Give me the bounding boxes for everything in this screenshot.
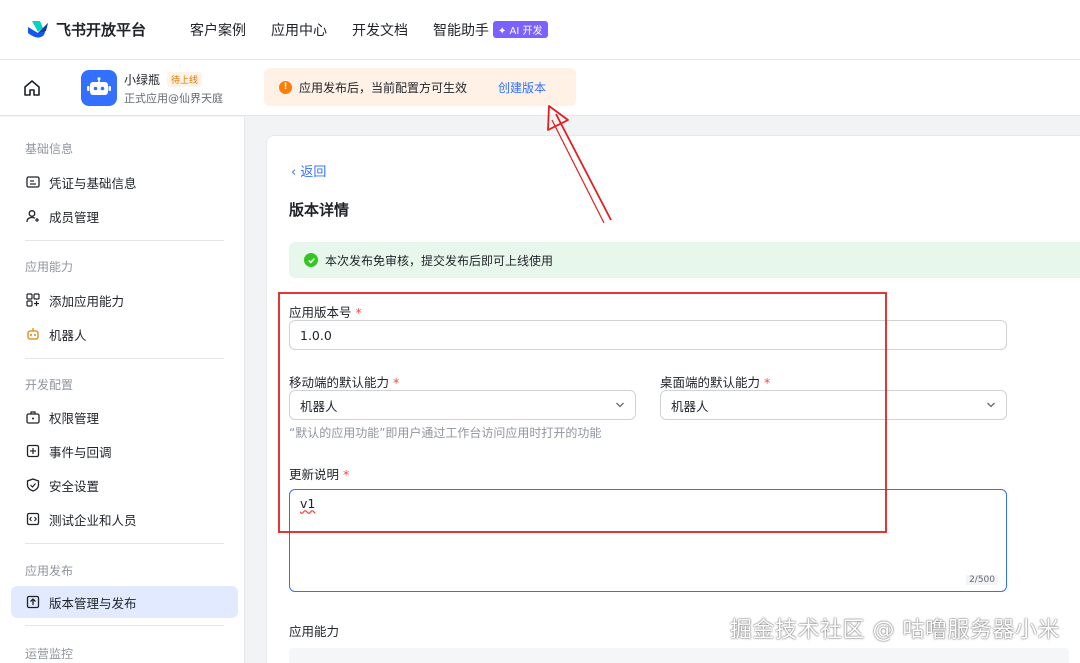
mobile-default-label-text: 移动端的默认能力 [289, 375, 390, 390]
required-mark: * [343, 467, 350, 482]
mobile-default-select[interactable]: 机器人 [289, 390, 636, 420]
nav-link-app-center[interactable]: 应用中心 [271, 20, 327, 40]
release-notes-label-text: 更新说明 [289, 467, 340, 482]
create-version-link[interactable]: 创建版本 [498, 79, 546, 96]
robot-icon [87, 77, 111, 95]
nav-link-assistant-label: 智能助手 [433, 22, 489, 39]
feishu-logo-icon [28, 20, 48, 38]
sidebar-item-permissions[interactable]: 权限管理 [11, 401, 238, 433]
shield-check-icon [25, 478, 40, 493]
back-label: 返回 [300, 165, 327, 180]
sidebar-divider [25, 543, 224, 544]
upload-box-icon [25, 595, 40, 610]
required-mark: * [393, 375, 400, 390]
nav-link-docs[interactable]: 开发文档 [352, 20, 408, 40]
user-plus-icon [25, 209, 40, 224]
sidebar-item-versions[interactable]: 版本管理与发布 [11, 586, 238, 618]
warning-icon: ! [279, 80, 292, 94]
page-title: 版本详情 [289, 201, 350, 219]
sidebar-item-security[interactable]: 安全设置 [11, 469, 238, 501]
brand[interactable]: 飞书开放平台 [26, 19, 190, 41]
sidebar: 基础信息 凭证与基础信息 成员管理 应用能力 添加应用能力 机器人 开发配置 权… [0, 117, 245, 663]
mobile-default-value: 机器人 [300, 398, 338, 414]
sidebar-item-members[interactable]: 成员管理 [11, 200, 238, 232]
sidebar-item-label: 测试企业和人员 [49, 512, 137, 528]
notice-text: 应用发布后，当前配置方可生效 [299, 80, 468, 95]
release-notes-textarea[interactable]: v1 2/500 [289, 489, 1007, 592]
sidebar-item-label: 机器人 [49, 327, 87, 343]
sidebar-divider [25, 358, 224, 359]
sidebar-item-bot[interactable]: 机器人 [11, 318, 238, 350]
brand-name: 飞书开放平台 [56, 21, 147, 39]
app-name: 小绿瓶 [124, 73, 161, 87]
sidebar-item-label: 成员管理 [49, 209, 100, 225]
default-capability-hint: “默认的应用功能”即用户通过工作台访问应用时打开的功能 [289, 426, 602, 440]
check-circle-icon [304, 253, 318, 267]
chevron-down-icon [616, 402, 624, 408]
event-plus-icon [25, 444, 40, 459]
sidebar-section-publish: 应用发布 [25, 564, 74, 578]
sidebar-divider [25, 240, 224, 241]
version-detail-card: ‹ 返回 版本详情 本次发布免审核，提交发布后即可上线使用 应用版本号 * 1.0… [266, 135, 1080, 663]
back-link[interactable]: ‹ 返回 [291, 161, 326, 180]
sidebar-item-label: 权限管理 [49, 410, 100, 426]
sidebar-section-monitoring: 运营监控 [25, 647, 74, 661]
app-header: 小绿瓶 待上线 正式应用@仙界天庭 ! 应用发布后，当前配置方可生效 创建版本 [0, 60, 1080, 116]
sidebar-item-label: 凭证与基础信息 [49, 175, 137, 191]
version-label-text: 应用版本号 [289, 305, 352, 320]
success-notice: 本次发布免审核，提交发布后即可上线使用 [289, 242, 1080, 278]
sidebar-section-dev-config: 开发配置 [25, 378, 74, 392]
desktop-default-label-text: 桌面端的默认能力 [660, 375, 761, 390]
sidebar-item-events[interactable]: 事件与回调 [11, 435, 238, 467]
nav-link-assistant[interactable]: 智能助手 ✦ AI 开发 [433, 20, 548, 40]
sidebar-item-label: 添加应用能力 [49, 293, 125, 309]
watermark: 掘金技术社区 @ 咕噜服务器小米 [730, 618, 1060, 643]
home-icon[interactable] [22, 78, 42, 98]
sidebar-item-credentials[interactable]: 凭证与基础信息 [11, 166, 238, 198]
desktop-default-value: 机器人 [671, 398, 709, 414]
publish-notice: ! 应用发布后，当前配置方可生效 创建版本 [264, 68, 576, 106]
required-mark: * [355, 305, 362, 320]
desktop-default-select[interactable]: 机器人 [660, 390, 1007, 420]
sidebar-section-capabilities: 应用能力 [25, 260, 74, 274]
required-mark: * [764, 375, 771, 390]
mobile-default-label: 移动端的默认能力 * [289, 372, 399, 391]
grid-plus-icon [25, 293, 40, 308]
release-notes-label: 更新说明 * [289, 464, 349, 483]
success-text: 本次发布免审核，提交发布后即可上线使用 [325, 253, 554, 268]
version-label: 应用版本号 * [289, 302, 362, 321]
sidebar-item-add-capability[interactable]: 添加应用能力 [11, 284, 238, 316]
sidebar-item-label: 事件与回调 [49, 444, 112, 460]
status-badge: 待上线 [167, 72, 203, 87]
id-card-icon [25, 175, 40, 190]
app-avatar [81, 70, 117, 106]
bot-icon [25, 327, 40, 342]
chevron-down-icon [987, 402, 995, 408]
release-notes-value: v1 [300, 496, 316, 511]
capability-section-label: 应用能力 [289, 624, 340, 639]
sidebar-item-test-org[interactable]: 测试企业和人员 [11, 503, 238, 535]
sidebar-item-label: 版本管理与发布 [49, 595, 137, 611]
code-box-icon [25, 512, 40, 527]
nav-links: 客户案例 应用中心 开发文档 智能助手 ✦ AI 开发 [190, 20, 548, 40]
desktop-default-label: 桌面端的默认能力 * [660, 372, 770, 391]
app-subtitle: 正式应用@仙界天庭 [124, 92, 223, 105]
capability-list [289, 648, 1069, 663]
nav-link-cases[interactable]: 客户案例 [190, 20, 246, 40]
character-counter: 2/500 [966, 575, 998, 585]
sidebar-item-label: 安全设置 [49, 478, 100, 494]
ai-badge: ✦ AI 开发 [493, 21, 548, 38]
sidebar-section-basic: 基础信息 [25, 142, 74, 156]
briefcase-icon [25, 410, 40, 425]
sidebar-divider [25, 625, 224, 626]
version-input[interactable]: 1.0.0 [289, 320, 1007, 350]
top-nav: 飞书开放平台 客户案例 应用中心 开发文档 智能助手 ✦ AI 开发 [0, 0, 1080, 60]
